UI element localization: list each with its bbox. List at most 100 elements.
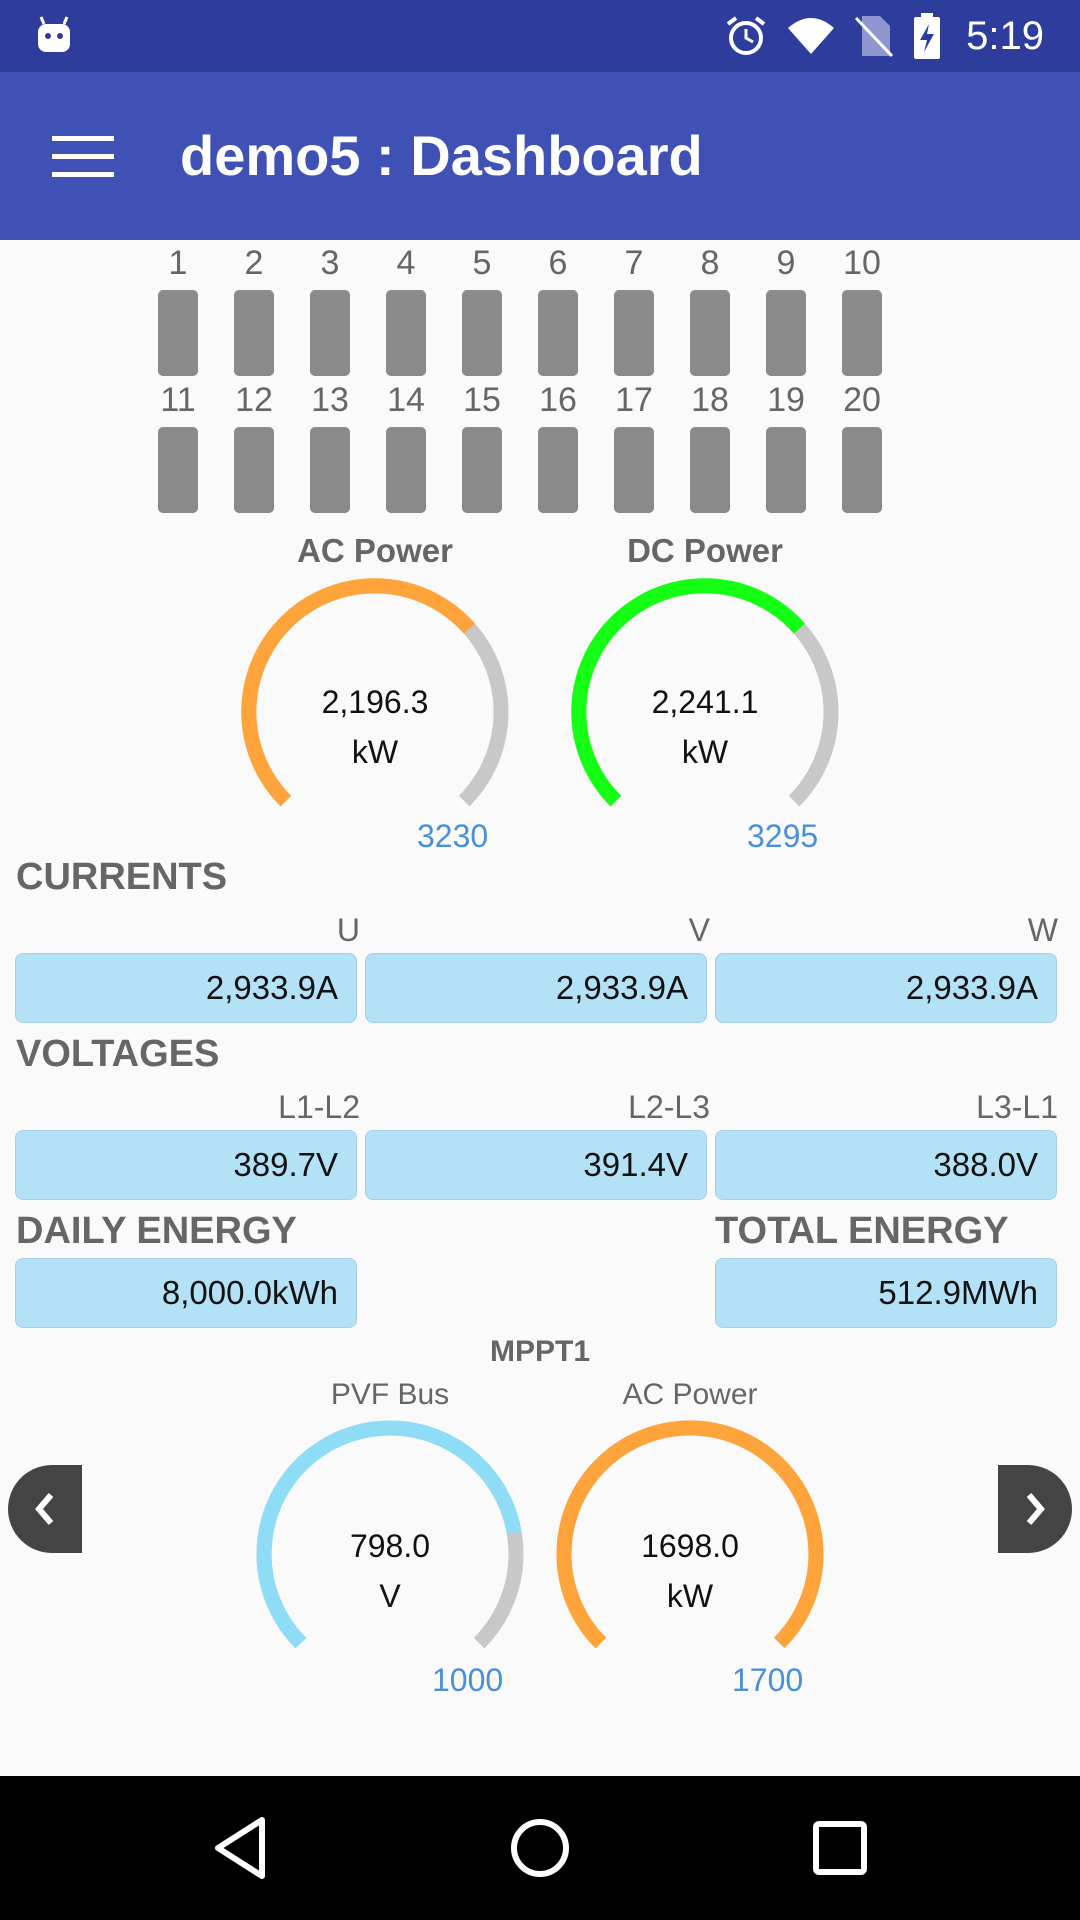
string-status-indicator (690, 427, 730, 513)
string-status-indicator (842, 427, 882, 513)
string-number: 18 (691, 381, 729, 419)
string-status-indicator (234, 427, 274, 513)
voltages-title: VOLTAGES (16, 1033, 220, 1075)
gauge-unit: kW (681, 734, 729, 770)
string-number: 20 (843, 381, 881, 419)
string-number: 3 (320, 244, 340, 282)
wifi-icon (788, 18, 835, 54)
string-status-indicator (538, 290, 578, 376)
string-cell[interactable]: 3 (292, 240, 368, 376)
string-number: 13 (311, 381, 349, 419)
string-cell[interactable]: 4 (368, 240, 444, 376)
string-number: 2 (244, 244, 264, 282)
home-icon[interactable] (500, 1812, 580, 1884)
chevron-right-icon (1026, 1493, 1045, 1525)
string-cell[interactable]: 15 (444, 377, 520, 513)
voltage-l1-l2-value: 389.7V (15, 1130, 357, 1200)
string-number: 12 (235, 381, 273, 419)
string-cell[interactable]: 14 (368, 377, 444, 513)
string-status-indicator (462, 427, 502, 513)
status-time: 5:19 (966, 13, 1044, 58)
string-status-indicator (766, 427, 806, 513)
gauge-unit: kW (666, 1578, 714, 1614)
mppt-title: MPPT1 (489, 1335, 591, 1368)
total-energy-value: 512.9MWh (715, 1258, 1057, 1328)
gauge-max-label: 1000 (432, 1662, 504, 1698)
string-status-grid: 1 2 3 4 5 6 7 8 9 10 11 12 13 14 15 16 17 18 19 20 (140, 240, 900, 514)
string-number: 1 (168, 244, 188, 282)
menu-icon[interactable] (52, 136, 114, 178)
back-icon[interactable] (200, 1812, 280, 1884)
pvf-bus-gauge: PVF Bus 798.0 V 1000 (240, 1378, 540, 1702)
string-status-indicator (310, 427, 350, 513)
string-cell[interactable]: 5 (444, 240, 520, 376)
string-status-indicator (462, 290, 502, 376)
gauge-title: DC Power (627, 532, 783, 569)
app-bar: demo5 : Dashboard (0, 72, 1080, 240)
currents-title: CURRENTS (16, 856, 228, 898)
voltage-l2-l3-value: 391.4V (365, 1130, 707, 1200)
string-status-indicator (614, 290, 654, 376)
string-cell[interactable]: 8 (672, 240, 748, 376)
system-navigation-bar (0, 1776, 1080, 1920)
string-cell[interactable]: 1 (140, 240, 216, 376)
string-cell[interactable]: 10 (824, 240, 900, 376)
string-cell[interactable]: 18 (672, 377, 748, 513)
status-bar: 5:19 (0, 0, 1080, 72)
daily-energy-value: 8,000.0kWh (15, 1258, 357, 1328)
string-cell[interactable]: 13 (292, 377, 368, 513)
android-notification-icon (38, 16, 70, 52)
string-cell[interactable]: 12 (216, 377, 292, 513)
gauge-value: 798.0 (349, 1528, 431, 1564)
string-number: 16 (539, 381, 577, 419)
string-status-indicator (766, 290, 806, 376)
string-cell[interactable]: 6 (520, 240, 596, 376)
battery-charging-icon (914, 13, 941, 59)
string-number: 8 (700, 244, 720, 282)
current-label-w: W (1027, 912, 1058, 948)
string-cell[interactable]: 7 (596, 240, 672, 376)
total-energy-title: TOTAL ENERGY (715, 1210, 1009, 1252)
string-status-indicator (842, 290, 882, 376)
string-number: 4 (396, 244, 416, 282)
page-title: demo5 : Dashboard (180, 124, 703, 187)
string-number: 17 (615, 381, 653, 419)
string-status-indicator (158, 290, 198, 376)
string-cell[interactable]: 20 (824, 377, 900, 513)
previous-button[interactable] (8, 1465, 82, 1553)
string-number: 6 (548, 244, 568, 282)
current-u-value: 2,933.9A (15, 953, 357, 1023)
string-status-indicator (386, 290, 426, 376)
recents-icon[interactable] (800, 1812, 880, 1884)
string-status-indicator (614, 427, 654, 513)
gauge-unit: kW (351, 734, 399, 770)
string-cell[interactable]: 16 (520, 377, 596, 513)
string-cell[interactable]: 11 (140, 377, 216, 513)
alarm-icon (726, 16, 766, 55)
string-number: 10 (843, 244, 881, 282)
string-cell[interactable]: 19 (748, 377, 824, 513)
string-cell[interactable]: 2 (216, 240, 292, 376)
current-w-value: 2,933.9A (715, 953, 1057, 1023)
gauge-title: AC Power (297, 532, 453, 569)
gauge-value: 2,241.1 (651, 684, 759, 720)
gauge-title: PVF Bus (330, 1378, 450, 1411)
string-status-indicator (538, 427, 578, 513)
gauge-max-label: 3295 (747, 818, 819, 854)
mppt-ac-power-gauge: AC Power 1698.0 kW 1700 (540, 1378, 840, 1702)
chevron-left-icon (35, 1493, 54, 1525)
ac-power-gauge: AC Power 2,196.3 kW 3230 (225, 532, 525, 860)
gauge-unit: V (379, 1578, 401, 1614)
gauge-value: 2,196.3 (321, 684, 429, 720)
string-cell[interactable]: 9 (748, 240, 824, 376)
string-number: 14 (387, 381, 425, 419)
grid-row-1: 1 2 3 4 5 6 7 8 9 10 (140, 240, 900, 377)
string-status-indicator (158, 427, 198, 513)
daily-energy-title: DAILY ENERGY (16, 1210, 297, 1252)
voltage-l3-l1-value: 388.0V (715, 1130, 1057, 1200)
next-button[interactable] (998, 1465, 1072, 1553)
string-number: 7 (624, 244, 644, 282)
string-number: 9 (776, 244, 796, 282)
string-cell[interactable]: 17 (596, 377, 672, 513)
string-number: 19 (767, 381, 805, 419)
